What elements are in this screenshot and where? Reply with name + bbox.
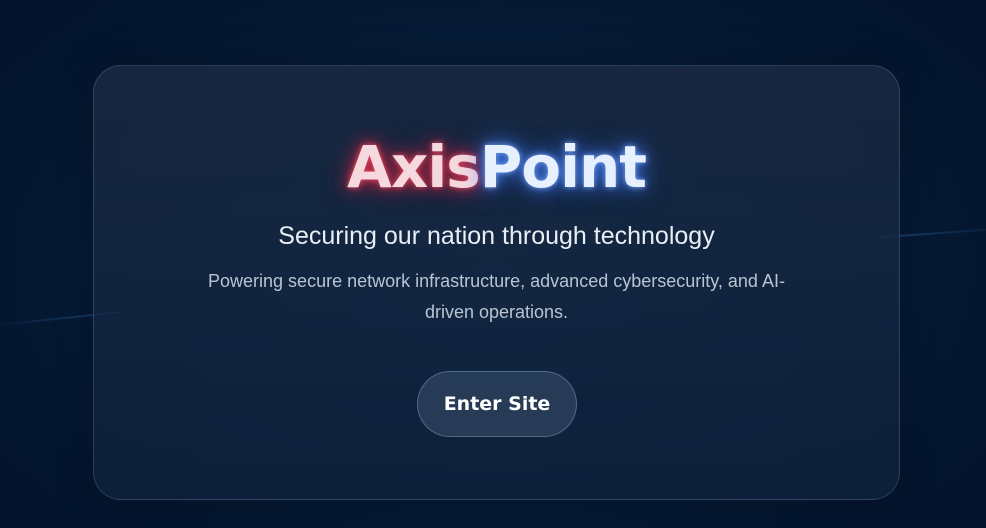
hero-card: AxisPoint Securing our nation through te…	[93, 65, 900, 500]
hero-tagline: Securing our nation through technology	[278, 222, 715, 250]
enter-site-button[interactable]: Enter Site	[417, 371, 577, 437]
brand-logo: AxisPoint	[94, 130, 899, 204]
logo-word-axis: Axis	[347, 133, 481, 201]
hero-description: Powering secure network infrastructure, …	[208, 271, 785, 322]
logo-word-point: Point	[479, 133, 647, 201]
